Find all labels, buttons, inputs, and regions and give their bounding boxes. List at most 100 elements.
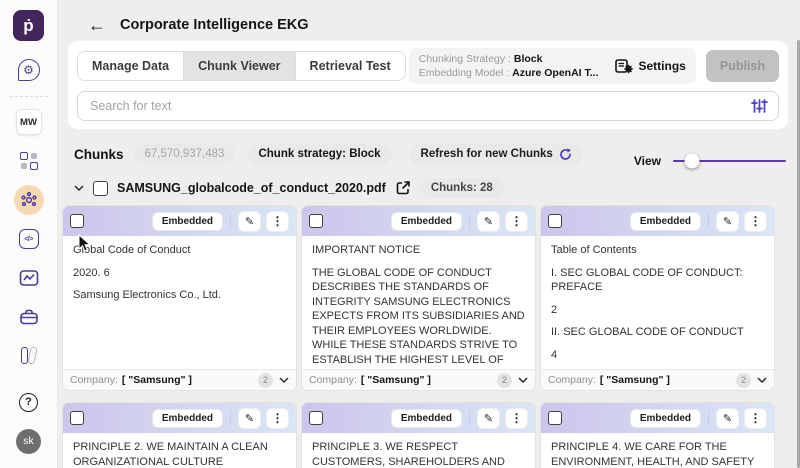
chunk-menu-button[interactable]: ⋮ <box>266 211 289 232</box>
chunk-card[interactable]: Embedded ✎ ⋮ Table of ContentsI. SEC GLO… <box>540 205 775 391</box>
chart-icon <box>19 269 39 287</box>
chevron-down-icon[interactable] <box>279 377 289 383</box>
chunk-metadata-footer[interactable]: Company: [ "Samsung" ] 2 <box>63 369 296 390</box>
settings-label: Settings <box>639 59 686 73</box>
file-checkbox[interactable] <box>93 181 108 196</box>
user-menu[interactable]: sk <box>14 426 44 456</box>
chunks-title: Chunks <box>74 147 124 162</box>
embedded-badge: Embedded <box>152 409 223 428</box>
open-external-icon[interactable] <box>395 180 411 196</box>
chunk-checkbox[interactable] <box>548 214 562 228</box>
chunk-checkbox[interactable] <box>70 411 84 425</box>
tab-chunk-viewer[interactable]: Chunk Viewer <box>184 52 295 80</box>
app-logo-icon[interactable]: ṗ <box>13 10 44 41</box>
chunk-card-header: Embedded ✎ ⋮ <box>302 206 535 236</box>
edit-chunk-button[interactable]: ✎ <box>716 408 739 429</box>
embedding-model-label: Embedding Model : <box>419 67 509 79</box>
chunk-card-header: Embedded ✎ ⋮ <box>541 206 774 236</box>
view-slider[interactable] <box>673 160 786 163</box>
refresh-chunks-button[interactable]: Refresh for new Chunks <box>410 144 583 165</box>
chunks-count-badge: 67,570,937,483 <box>134 144 236 164</box>
chunk-text: Table of ContentsI. SEC GLOBAL CODE OF C… <box>541 236 774 369</box>
edit-chunk-button[interactable]: ✎ <box>477 211 500 232</box>
chunk-card[interactable]: Embedded ✎ ⋮ Global Code of Conduct2020.… <box>62 205 297 391</box>
help-button[interactable]: ? <box>14 387 44 417</box>
topbar: ← Corporate Intelligence EKG <box>62 0 800 38</box>
chunk-menu-button[interactable]: ⋮ <box>266 408 289 429</box>
edit-chunk-button[interactable]: ✎ <box>477 408 500 429</box>
file-row: SAMSUNG_globalcode_of_conduct_2020.pdf C… <box>74 176 786 200</box>
search-bar <box>77 91 779 121</box>
toolbar-panel: Manage Data Chunk Viewer Retrieval Test … <box>68 41 788 129</box>
sidebar-item-code[interactable]: </> <box>14 224 44 254</box>
strategy-info-text: Chunking Strategy : Block Embedding Mode… <box>419 52 599 80</box>
chunk-card[interactable]: Embedded ✎ ⋮ PRINCIPLE 3. WE RESPECT CUS… <box>301 402 536 468</box>
chunk-checkbox[interactable] <box>309 411 323 425</box>
chunk-card-header: Embedded ✎ ⋮ <box>541 403 774 433</box>
chunk-menu-button[interactable]: ⋮ <box>505 211 528 232</box>
metadata-value: [ "Samsung" ] <box>361 374 431 386</box>
help-icon: ? <box>19 393 38 412</box>
chunk-text: PRINCIPLE 2. WE MAINTAIN A CLEAN ORGANIZ… <box>63 433 296 468</box>
chunk-text: PRINCIPLE 4. WE CARE FOR THE ENVIRONMENT… <box>541 433 774 468</box>
chunks-toolbar: Chunks 67,570,937,483 Chunk strategy: Bl… <box>74 142 786 166</box>
embedded-badge: Embedded <box>152 212 223 231</box>
refresh-label: Refresh for new Chunks <box>421 148 553 160</box>
chunking-strategy-label: Chunking Strategy : <box>419 53 511 65</box>
settings-button[interactable]: Settings <box>615 59 686 74</box>
sidebar-item-library[interactable] <box>14 341 44 371</box>
publish-button[interactable]: Publish <box>706 50 779 82</box>
chunk-card[interactable]: Embedded ✎ ⋮ PRINCIPLE 4. WE CARE FOR TH… <box>540 402 775 468</box>
chunking-strategy-value: Block <box>514 53 543 65</box>
chunk-checkbox[interactable] <box>309 214 323 228</box>
metadata-label: Company: <box>548 374 596 386</box>
code-icon: </> <box>19 229 39 249</box>
books-icon <box>19 346 39 366</box>
sidebar-item-analytics[interactable] <box>14 263 44 293</box>
chunk-text: PRINCIPLE 3. WE RESPECT CUSTOMERS, SHARE… <box>302 433 535 468</box>
chunk-card[interactable]: Embedded ✎ ⋮ IMPORTANT NOTICETHE GLOBAL … <box>301 205 536 391</box>
chunk-menu-button[interactable]: ⋮ <box>744 211 767 232</box>
chunk-checkbox[interactable] <box>548 411 562 425</box>
back-button[interactable]: ← <box>88 16 106 34</box>
chunk-text: Global Code of Conduct2020. 6Samsung Ele… <box>63 236 296 369</box>
sidebar-item-knowledge-graph[interactable] <box>14 185 44 215</box>
chevron-down-icon[interactable] <box>757 377 767 383</box>
tab-manage-data[interactable]: Manage Data <box>78 52 184 80</box>
chunk-text: IMPORTANT NOTICETHE GLOBAL CODE OF CONDU… <box>302 236 535 369</box>
edit-chunk-button[interactable]: ✎ <box>238 408 261 429</box>
chunk-menu-button[interactable]: ⋮ <box>744 408 767 429</box>
view-label: View <box>634 154 661 168</box>
chunk-metadata-footer[interactable]: Company: [ "Samsung" ] 2 <box>541 369 774 390</box>
chunk-menu-button[interactable]: ⋮ <box>505 408 528 429</box>
file-chunks-badge: Chunks: 28 <box>420 178 504 198</box>
search-input[interactable] <box>77 91 779 121</box>
chunk-metadata-footer[interactable]: Company: [ "Samsung" ] 2 <box>302 369 535 390</box>
sidebar-item-toolbox[interactable] <box>14 302 44 332</box>
header-divider <box>469 213 470 229</box>
chevron-down-icon[interactable] <box>518 377 528 383</box>
edit-chunk-button[interactable]: ✎ <box>716 211 739 232</box>
sidebar-item-workspace[interactable]: MW <box>14 107 44 137</box>
chunk-checkbox[interactable] <box>70 214 84 228</box>
metadata-value: [ "Samsung" ] <box>122 374 192 386</box>
chunk-card-header: Embedded ✎ ⋮ <box>302 403 535 433</box>
edit-chunk-button[interactable]: ✎ <box>238 211 261 232</box>
sidebar: ṗ ⚙ MW </> ? <box>0 0 58 468</box>
sidebar-item-apps[interactable] <box>14 146 44 176</box>
view-slider-thumb[interactable] <box>685 154 700 169</box>
chunk-card[interactable]: Embedded ✎ ⋮ PRINCIPLE 2. WE MAINTAIN A … <box>62 402 297 468</box>
embedded-badge: Embedded <box>630 212 701 231</box>
chevron-down-icon[interactable] <box>74 185 84 191</box>
settings-icon <box>615 59 633 74</box>
user-avatar: sk <box>16 429 41 454</box>
embedded-badge: Embedded <box>391 212 462 231</box>
header-divider <box>469 410 470 426</box>
metadata-count-badge: 2 <box>258 373 273 388</box>
tab-retrieval-test[interactable]: Retrieval Test <box>296 52 405 80</box>
filter-sliders-icon[interactable] <box>751 98 768 114</box>
sidebar-item-chat[interactable]: ⚙ <box>14 55 44 85</box>
main-area: ← Corporate Intelligence EKG Manage Data… <box>58 0 800 468</box>
chunk-card-header: Embedded ✎ ⋮ <box>63 403 296 433</box>
briefcase-icon <box>19 308 39 326</box>
